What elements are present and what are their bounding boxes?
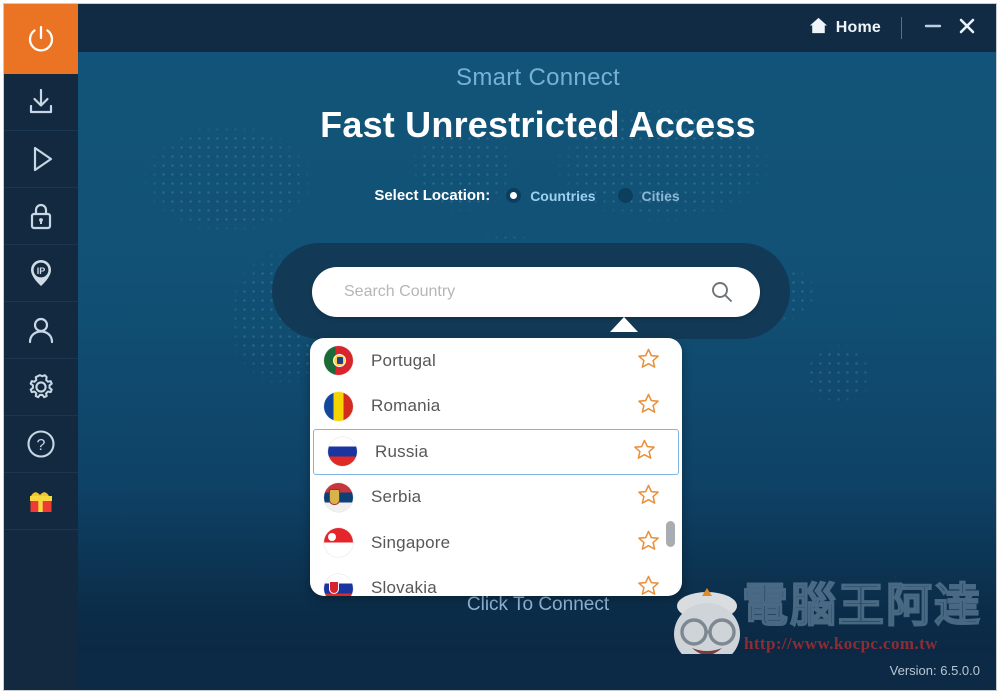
flag-icon [324,482,353,512]
page-title: Fast Unrestricted Access [320,104,756,145]
minimize-icon [923,16,943,41]
country-list[interactable]: Portugal Romania Russia Serbia Singapore… [310,338,682,596]
list-item[interactable]: Portugal [310,338,682,384]
sidebar-item-play[interactable] [4,131,78,188]
country-name: Serbia [371,487,422,507]
power-icon [24,22,58,56]
select-location-row: Select Location: Countries Cities [78,187,996,204]
flag-icon [324,528,353,558]
country-name: Singapore [371,532,451,552]
select-location-label: Select Location: [374,187,491,204]
country-name: Russia [375,441,429,461]
help-icon: ? [25,428,57,460]
titlebar-divider [901,17,902,39]
sidebar-item-account[interactable] [4,302,78,359]
click-to-connect-label[interactable]: Click To Connect [78,594,996,616]
ip-pin-icon: IP [25,257,57,289]
star-icon[interactable] [637,574,660,596]
title-bar: Home [78,4,996,52]
gift-icon [25,485,57,517]
list-item[interactable]: Singapore [310,520,682,566]
user-icon [25,314,57,346]
vpn-window: IP ? Home Smart Connect Fast Unrestricte… [3,3,997,691]
smart-connect-label: Smart Connect [456,64,620,91]
flag-icon [324,346,353,376]
country-name: Portugal [371,350,436,370]
radio-countries[interactable]: Countries [506,187,596,204]
search-input[interactable] [342,282,686,302]
star-icon[interactable] [637,392,660,420]
search-box[interactable] [312,267,760,317]
play-icon [25,143,57,175]
country-dropdown[interactable]: Portugal Romania Russia Serbia Singapore… [310,338,682,596]
svg-text:IP: IP [37,266,46,276]
radio-cities-label: Cities [641,187,680,204]
dropdown-scrollbar-thumb[interactable] [666,521,675,547]
home-label: Home [835,19,881,36]
watermark-url: http://www.kocpc.com.tw [744,634,938,653]
footer-bar: Version: 6.5.0.0 [78,654,996,690]
window-controls: Home [803,4,984,52]
flag-icon [324,573,353,596]
search-icon[interactable] [710,280,734,309]
sidebar-item-help[interactable]: ? [4,416,78,473]
list-item[interactable]: Slovakia [310,566,682,596]
home-icon [809,16,828,40]
list-item[interactable]: Serbia [310,475,682,521]
sidebar-item-lock[interactable] [4,188,78,245]
list-item[interactable]: Romania [310,384,682,430]
home-button[interactable]: Home [803,16,887,40]
star-icon[interactable] [637,347,660,375]
country-name: Romania [371,396,441,416]
version-label: Version: 6.5.0.0 [889,663,980,678]
dropdown-caret-icon [610,317,638,332]
sidebar-item-power[interactable] [4,4,78,74]
list-item-selected[interactable]: Russia [313,429,679,475]
sidebar-item-ip[interactable]: IP [4,245,78,302]
radio-countries-dot [506,188,522,203]
star-icon[interactable] [637,483,660,511]
sidebar-item-download[interactable] [4,74,78,131]
lock-icon [25,200,57,232]
country-name: Slovakia [371,578,437,596]
flag-icon [324,391,353,421]
star-icon[interactable] [637,529,660,557]
radio-cities-dot [617,188,633,203]
radio-countries-label: Countries [530,187,596,204]
sidebar: IP ? [4,4,78,690]
flag-icon [328,437,357,467]
star-icon[interactable] [633,438,656,466]
sidebar-item-gift[interactable] [4,473,78,530]
main-panel: Home Smart Connect Fast Unrestricted Acc… [78,4,996,690]
close-button[interactable] [950,11,984,45]
radio-cities[interactable]: Cities [617,187,680,204]
close-icon [957,16,977,41]
download-icon [25,86,57,118]
application-window: IP ? Home Smart Connect Fast Unrestricte… [0,0,1000,694]
minimize-button[interactable] [916,11,950,45]
svg-text:?: ? [37,437,46,454]
gear-icon [25,371,57,403]
sidebar-item-settings[interactable] [4,359,78,416]
